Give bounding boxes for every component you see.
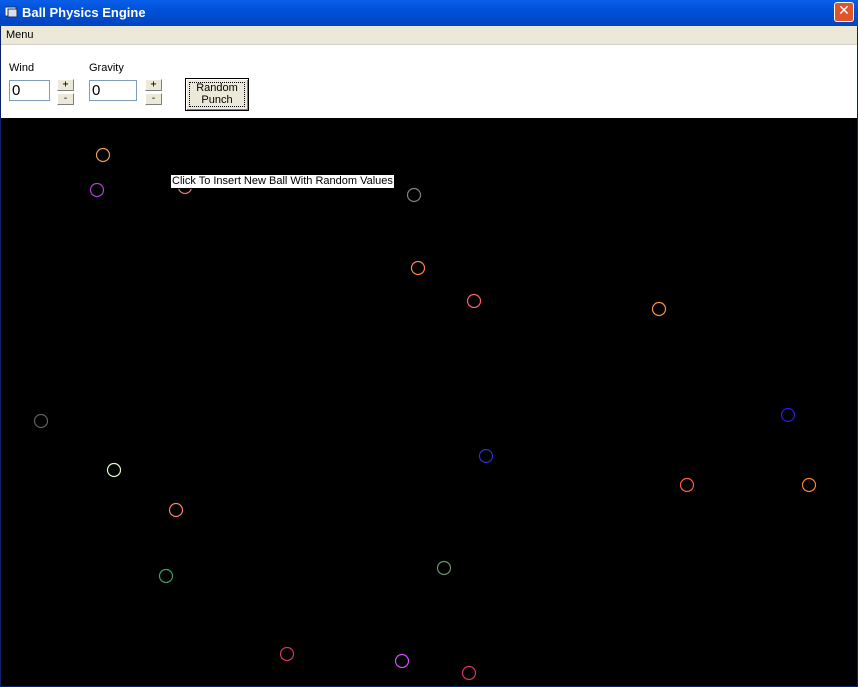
ball: [95, 147, 111, 163]
ball-layer: [33, 147, 817, 681]
ball: [394, 653, 410, 669]
ball: [780, 407, 796, 423]
ball: [461, 665, 477, 681]
ball: [466, 293, 482, 309]
random-punch-button[interactable]: Random Punch: [185, 78, 249, 111]
gravity-decrement-button[interactable]: -: [145, 93, 162, 105]
physics-canvas[interactable]: Click To Insert New Ball With Random Val…: [1, 118, 857, 686]
ball: [158, 568, 174, 584]
title-bar[interactable]: Ball Physics Engine ✕: [0, 0, 858, 26]
window-title: Ball Physics Engine: [22, 5, 146, 20]
close-icon: ✕: [838, 3, 850, 19]
wind-label: Wind: [9, 62, 35, 74]
menu-bar: Menu: [1, 26, 857, 45]
gravity-label: Gravity: [89, 62, 124, 74]
ball: [106, 462, 122, 478]
gravity-input[interactable]: 0: [89, 80, 137, 101]
ball: [33, 413, 49, 429]
menu-item-menu[interactable]: Menu: [6, 29, 34, 41]
ball: [679, 477, 695, 493]
ball: [651, 301, 667, 317]
app-window: Ball Physics Engine ✕ Menu Wind 0 + - Gr…: [0, 0, 858, 687]
ball: [436, 560, 452, 576]
ball: [478, 448, 494, 464]
focus-rect: [189, 82, 245, 107]
gravity-increment-button[interactable]: +: [145, 79, 162, 91]
ball: [410, 260, 426, 276]
ball: [89, 182, 105, 198]
ball: [406, 187, 422, 203]
control-panel: Wind 0 + - Gravity 0 + - Random Punch: [1, 45, 857, 118]
wind-increment-button[interactable]: +: [57, 79, 74, 91]
wind-decrement-button[interactable]: -: [57, 93, 74, 105]
ball: [279, 646, 295, 662]
ball: [168, 502, 184, 518]
insert-ball-tooltip: Click To Insert New Ball With Random Val…: [170, 174, 395, 189]
wind-input[interactable]: 0: [9, 80, 50, 101]
ball: [801, 477, 817, 493]
close-button[interactable]: ✕: [834, 2, 854, 22]
app-icon: [5, 6, 18, 18]
